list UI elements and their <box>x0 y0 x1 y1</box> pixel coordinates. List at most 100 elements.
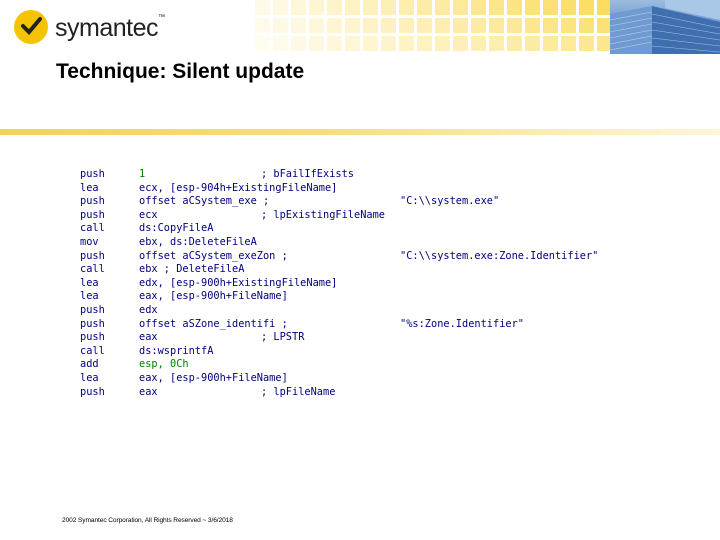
grid-square <box>381 0 396 15</box>
grid-square <box>507 18 522 33</box>
title-divider <box>0 129 720 135</box>
slide-header: symantec™ <box>0 0 720 54</box>
code-opcode: lea <box>80 276 99 289</box>
code-line: push offset aSZone_identifi ; "%s:Zone.Ide… <box>80 318 640 332</box>
code-comment: ; bFailIfExists <box>261 168 354 180</box>
grid-square <box>507 0 522 15</box>
grid-square <box>561 18 576 33</box>
grid-square <box>291 36 306 51</box>
code-line: mov ebx, ds:DeleteFileA <box>80 236 640 250</box>
grid-square <box>561 0 576 15</box>
grid-square <box>255 0 270 15</box>
code-operand: offset aSZone_identifi ; <box>139 317 288 330</box>
logo-wordmark: symantec <box>55 14 158 42</box>
grid-square <box>291 18 306 33</box>
grid-square <box>273 36 288 51</box>
code-line: push eax ; LPSTR <box>80 331 640 345</box>
grid-square <box>507 36 522 51</box>
code-comment: "C:\\system.exe:Zone.Identifier" <box>400 249 599 262</box>
code-opcode: lea <box>80 371 99 384</box>
grid-square <box>525 0 540 15</box>
grid-square <box>291 0 306 15</box>
grid-square <box>327 18 342 33</box>
grid-square <box>327 0 342 15</box>
grid-square <box>345 18 360 33</box>
grid-square <box>345 0 360 15</box>
grid-square <box>399 0 414 15</box>
grid-square <box>255 36 270 51</box>
code-operand: ebx, ds:DeleteFileA <box>139 235 257 248</box>
code-opcode: mov <box>80 235 99 248</box>
grid-square <box>345 36 360 51</box>
code-operand: offset aCSystem_exe ; <box>139 195 270 208</box>
grid-square <box>273 18 288 33</box>
code-opcode: push <box>80 208 105 221</box>
code-opcode: call <box>80 344 105 357</box>
code-opcode: push <box>80 385 105 398</box>
grid-square <box>453 0 468 15</box>
grid-square <box>363 36 378 51</box>
slide-title: Technique: Silent update <box>56 60 305 83</box>
code-operand: eax, [esp-900h+FileName] <box>139 371 288 384</box>
grid-square <box>435 18 450 33</box>
code-comment: ; lpExistingFileName <box>261 208 385 221</box>
code-line: lea ecx, [esp-904h+ExistingFileName] <box>80 182 640 196</box>
grid-square <box>579 36 594 51</box>
grid-square <box>471 36 486 51</box>
code-operand: ecx <box>139 208 158 221</box>
grid-square <box>543 36 558 51</box>
code-operand: eax <box>139 331 158 344</box>
grid-square <box>363 0 378 15</box>
grid-square <box>417 36 432 51</box>
code-opcode: call <box>80 222 105 235</box>
code-operand: edx <box>139 303 158 316</box>
code-line: lea edx, [esp-900h+ExistingFileName] <box>80 277 640 291</box>
grid-square <box>453 18 468 33</box>
code-operand: 1 <box>139 168 146 180</box>
symantec-logo: symantec™ <box>14 8 174 48</box>
copyright-footer: 2002 Symantec Corporation, All Rights Re… <box>62 517 233 524</box>
code-operand: ds:wsprintfA <box>139 344 214 357</box>
grid-square <box>273 0 288 15</box>
code-line: push ecx ; lpExistingFileName <box>80 209 640 223</box>
grid-square <box>363 18 378 33</box>
code-line: lea eax, [esp-900h+FileName] <box>80 372 640 386</box>
code-comment: "C:\\system.exe" <box>400 195 500 208</box>
building-photo <box>610 0 720 54</box>
grid-square <box>399 18 414 33</box>
grid-square <box>579 0 594 15</box>
code-line: push offset aCSystem_exe ; "C:\\system.exe… <box>80 195 640 209</box>
grid-square <box>381 36 396 51</box>
code-line: push 1 ; bFailIfExists <box>80 168 640 182</box>
code-line: call ds:wsprintfA <box>80 345 640 359</box>
code-operand: esp, 0Ch <box>139 358 189 371</box>
code-operand: eax, [esp-900h+FileName] <box>139 290 288 303</box>
logo-trademark: ™ <box>157 14 165 21</box>
code-opcode: push <box>80 195 105 208</box>
grid-square <box>417 0 432 15</box>
grid-square <box>471 18 486 33</box>
code-operand: ecx, [esp-904h+ExistingFileName] <box>139 181 338 194</box>
code-operand: eax <box>139 385 158 398</box>
grid-square <box>435 36 450 51</box>
code-opcode: lea <box>80 181 99 194</box>
code-line: lea eax, [esp-900h+FileName] <box>80 290 640 304</box>
code-line: call ebx ; DeleteFileA <box>80 263 640 277</box>
code-opcode: lea <box>80 290 99 303</box>
grid-square <box>381 18 396 33</box>
grid-square <box>417 18 432 33</box>
code-comment: ; LPSTR <box>261 331 305 344</box>
code-line: call ds:CopyFileA <box>80 222 640 236</box>
code-opcode: call <box>80 263 105 276</box>
code-opcode: push <box>80 249 105 262</box>
grid-square <box>489 18 504 33</box>
grid-square <box>579 18 594 33</box>
grid-square <box>489 36 504 51</box>
grid-square <box>525 18 540 33</box>
code-comment: "%s:Zone.Identifier" <box>400 317 524 330</box>
code-operand: offset aCSystem_exeZon ; <box>139 249 288 262</box>
decorative-grid <box>255 0 612 54</box>
code-operand: ds:CopyFileA <box>139 222 214 235</box>
grid-square <box>543 18 558 33</box>
grid-square <box>399 36 414 51</box>
